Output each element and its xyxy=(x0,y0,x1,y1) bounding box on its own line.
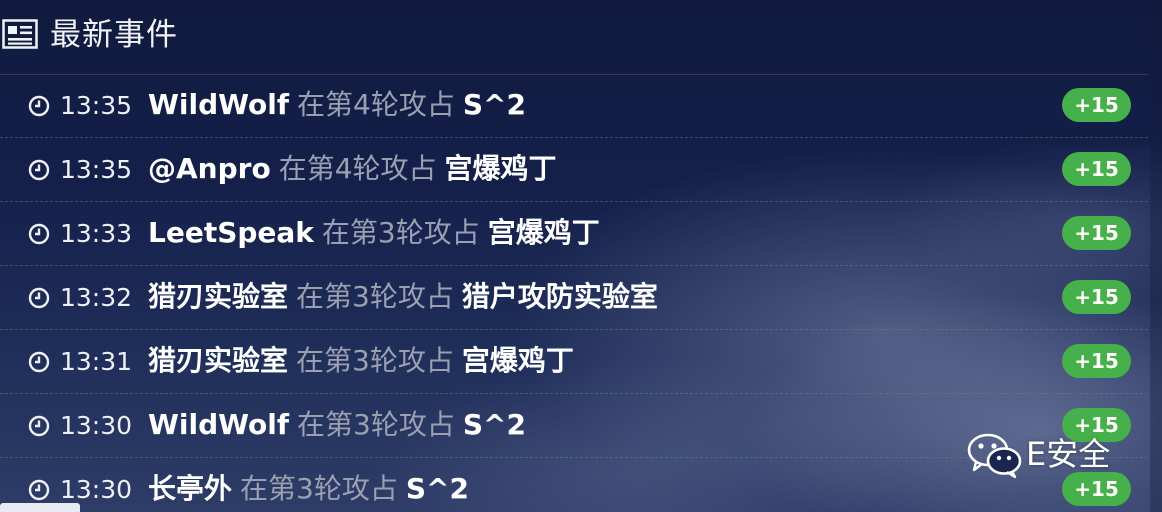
event-description: WildWolf 在第4轮攻占 S^2 xyxy=(148,86,526,124)
target-name: S^2 xyxy=(405,472,469,505)
event-row[interactable]: 13:31 猎刃实验室 在第3轮攻占 宫爆鸡丁 +15 xyxy=(0,330,1148,394)
target-name: 猎户攻防实验室 xyxy=(461,280,658,313)
clock-icon xyxy=(28,415,50,437)
score-badge: +15 xyxy=(1062,152,1131,186)
watermark: E安全 xyxy=(966,430,1146,480)
score-badge: +15 xyxy=(1062,88,1131,122)
score-badge: +15 xyxy=(1062,280,1131,314)
attacker-name: WildWolf xyxy=(148,408,290,441)
target-name: 宫爆鸡丁 xyxy=(461,344,574,377)
clock-icon xyxy=(28,351,50,373)
event-description: 猎刃实验室 在第3轮攻占 宫爆鸡丁 xyxy=(148,342,574,380)
event-action: 在第3轮攻占 xyxy=(297,408,455,441)
event-action: 在第4轮攻占 xyxy=(297,88,455,121)
clock-icon xyxy=(28,479,50,501)
newspaper-icon xyxy=(2,19,38,49)
attacker-name: 猎刃实验室 xyxy=(148,344,289,377)
attacker-name: 长亭外 xyxy=(148,472,233,505)
event-time: 13:35 xyxy=(60,155,133,184)
event-description: WildWolf 在第3轮攻占 S^2 xyxy=(148,406,526,444)
event-action: 在第3轮攻占 xyxy=(240,472,398,505)
event-row[interactable]: 13:33 LeetSpeak 在第3轮攻占 宫爆鸡丁 +15 xyxy=(0,202,1148,266)
event-description: LeetSpeak 在第3轮攻占 宫爆鸡丁 xyxy=(148,214,600,252)
wechat-icon xyxy=(967,433,1022,478)
clock-icon xyxy=(28,159,50,181)
target-name: 宫爆鸡丁 xyxy=(444,152,557,185)
event-action: 在第3轮攻占 xyxy=(296,280,454,313)
watermark-text: E安全 xyxy=(1026,435,1111,473)
event-description: 长亭外 在第3轮攻占 S^2 xyxy=(148,470,469,508)
target-name: 宫爆鸡丁 xyxy=(487,216,600,249)
footer-tab[interactable] xyxy=(0,503,80,512)
attacker-name: WildWolf xyxy=(148,88,290,121)
event-row[interactable]: 13:35 WildWolf 在第4轮攻占 S^2 +15 xyxy=(0,74,1148,138)
attacker-name: LeetSpeak xyxy=(148,216,314,249)
panel-header: 最新事件 xyxy=(0,0,1148,75)
event-row[interactable]: 13:35 @Anpro 在第4轮攻占 宫爆鸡丁 +15 xyxy=(0,138,1148,202)
event-time: 13:35 xyxy=(60,91,133,120)
clock-icon xyxy=(28,287,50,309)
scrollbar[interactable] xyxy=(1150,0,1162,512)
event-description: 猎刃实验室 在第3轮攻占 猎户攻防实验室 xyxy=(148,278,658,316)
event-time: 13:31 xyxy=(60,347,133,376)
attacker-name: @Anpro xyxy=(148,152,271,185)
clock-icon xyxy=(28,95,50,117)
clock-icon xyxy=(28,223,50,245)
score-badge: +15 xyxy=(1062,216,1131,250)
event-action: 在第3轮攻占 xyxy=(321,216,480,249)
event-action: 在第3轮攻占 xyxy=(296,344,454,377)
target-name: S^2 xyxy=(462,408,526,441)
event-action: 在第4轮攻占 xyxy=(278,152,437,185)
event-description: @Anpro 在第4轮攻占 宫爆鸡丁 xyxy=(148,150,557,188)
score-badge: +15 xyxy=(1062,344,1131,378)
event-time: 13:30 xyxy=(60,411,133,440)
target-name: S^2 xyxy=(462,88,526,121)
event-time: 13:32 xyxy=(60,283,133,312)
panel-title: 最新事件 xyxy=(50,17,178,53)
event-row[interactable]: 13:32 猎刃实验室 在第3轮攻占 猎户攻防实验室 +15 xyxy=(0,266,1148,330)
attacker-name: 猎刃实验室 xyxy=(148,280,289,313)
event-time: 13:33 xyxy=(60,219,133,248)
